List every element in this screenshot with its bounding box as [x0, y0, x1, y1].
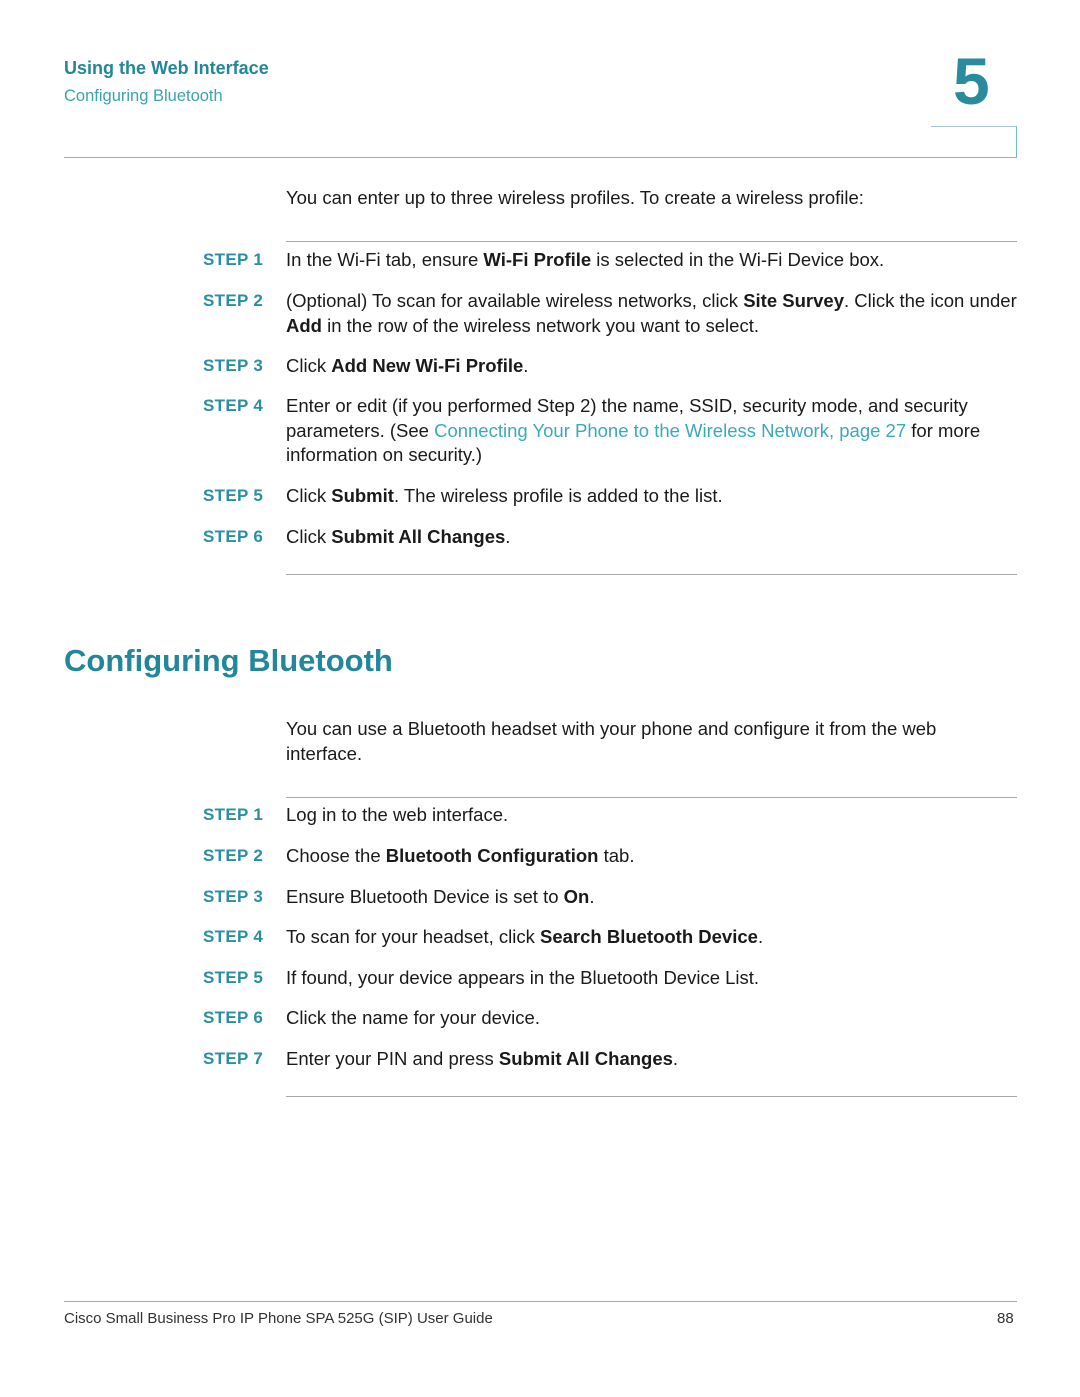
section-subtitle: Configuring Bluetooth: [64, 87, 223, 105]
step-text: (Optional) To scan for available wireles…: [286, 289, 1017, 338]
step-label: STEP 1: [203, 805, 264, 824]
ui-term: Site Survey: [743, 290, 844, 311]
text-run: .: [589, 886, 595, 907]
text-run: .: [523, 355, 529, 376]
text-run: . The wireless profile is added to the l…: [393, 485, 723, 506]
step-text: Ensure Bluetooth Device is set to On.: [286, 885, 1017, 910]
step-row: STEP 6 Click the name for your device.: [203, 1006, 1017, 1031]
page-number: 88: [997, 1310, 1014, 1327]
step-row: STEP 1 In the Wi-Fi tab, ensure Wi-Fi Pro…: [203, 248, 1017, 273]
step-text: Click Add New Wi-Fi Profile.: [286, 354, 1017, 379]
bluetooth-intro: You can use a Bluetooth headset with you…: [286, 718, 937, 764]
footer-divider: [64, 1301, 1017, 1302]
step-label: STEP 4: [203, 927, 264, 946]
text-run: .: [757, 926, 764, 947]
text-run: Click the name for your device.: [286, 1007, 540, 1028]
step-row: STEP 7 Enter your PIN and press Submit Al…: [203, 1047, 1017, 1072]
step-label: STEP 3: [203, 887, 264, 906]
step-label: STEP 1: [203, 250, 264, 269]
step-text: Enter your PIN and press Submit All Chan…: [286, 1047, 1017, 1072]
step-text: If found, your device appears in the Blu…: [286, 966, 1017, 991]
text-run: Enter your PIN and press: [286, 1048, 499, 1069]
ui-term: Wi-Fi Profile: [483, 249, 592, 270]
text-run: Log in to the web interface.: [286, 804, 509, 825]
step-label: STEP 7: [203, 1049, 264, 1068]
text-run: . Click the icon under: [843, 290, 1017, 311]
section-title: Configuring Bluetooth: [64, 643, 393, 678]
text-run: Click: [286, 485, 332, 506]
step-text: Click the name for your device.: [286, 1006, 1017, 1031]
step-row: STEP 6 Click Submit All Changes.: [203, 525, 1017, 550]
ui-term: Search Bluetooth Device: [539, 926, 758, 947]
step-text: Log in to the web interface.: [286, 803, 1017, 828]
cross-reference-link[interactable]: Connecting Your Phone to the Wireless Ne…: [434, 420, 906, 441]
text-run: in the row of the wireless network you w…: [321, 314, 759, 336]
text-run: In the Wi-Fi tab, ensure: [286, 249, 484, 270]
text-run: is selected in the Wi-Fi Device box.: [591, 249, 885, 270]
step-text: Enter or edit (if you performed Step 2) …: [286, 394, 1017, 468]
text-run: Click: [286, 355, 332, 376]
wifi-steps-top-rule: [286, 241, 1017, 242]
ui-term: Add New Wi-Fi Profile: [331, 355, 524, 376]
chapter-number: 5: [953, 44, 990, 118]
ui-term: Submit All Changes: [498, 1048, 673, 1069]
step-label: STEP 2: [203, 291, 264, 310]
ui-term: On: [563, 886, 590, 907]
step-row: STEP 5 If found, your device appears in t…: [203, 966, 1017, 991]
ui-term: Submit: [331, 485, 394, 506]
step-row: STEP 1 Log in to the web interface.: [203, 803, 1017, 828]
wifi-steps-bottom-rule: [286, 574, 1017, 575]
text-run: Choose the: [286, 845, 386, 866]
step-row: STEP 2 (Optional) To scan for available w…: [203, 289, 1017, 338]
chapter-title: Using the Web Interface: [64, 58, 269, 78]
text-run: tab.: [598, 845, 635, 866]
chapter-tab-box: [931, 126, 1017, 158]
step-label: STEP 4: [203, 396, 264, 415]
step-row: STEP 3 Click Add New Wi-Fi Profile.: [203, 354, 1017, 379]
step-text: Choose the Bluetooth Configuration tab.: [286, 844, 1017, 869]
ui-term: Submit All Changes: [331, 526, 506, 547]
step-label: STEP 3: [203, 356, 264, 375]
step-row: STEP 4 Enter or edit (if you performed St…: [203, 394, 1017, 468]
text-run: Ensure Bluetooth Device is set to: [286, 886, 564, 907]
text-run: .: [672, 1048, 679, 1069]
step-text: Click Submit All Changes.: [286, 525, 1017, 550]
step-row: STEP 5 Click Submit. The wireless profile…: [203, 484, 1017, 509]
text-run: To scan for your headset, click: [286, 926, 540, 947]
step-label: STEP 6: [203, 1008, 264, 1027]
step-row: STEP 2 Choose the Bluetooth Configuration…: [203, 844, 1017, 869]
text-run: If found, your device appears in the Blu…: [286, 967, 760, 988]
step-label: STEP 5: [203, 968, 264, 987]
ui-term: Add: [286, 314, 322, 336]
step-label: STEP 6: [203, 527, 264, 546]
step-row: STEP 3 Ensure Bluetooth Device is set to …: [203, 885, 1017, 910]
step-label: STEP 2: [203, 846, 264, 865]
bluetooth-steps-top-rule: [286, 797, 1017, 798]
footer-guide-title: Cisco Small Business Pro IP Phone SPA 52…: [64, 1310, 493, 1327]
text-run: (Optional) To scan for available wireles…: [286, 290, 744, 311]
text-run: Click: [286, 526, 332, 547]
header-divider: [64, 157, 1017, 158]
text-run: .: [505, 526, 511, 547]
step-text: To scan for your headset, click Search B…: [286, 925, 1017, 950]
step-label: STEP 5: [203, 486, 264, 505]
step-text: In the Wi-Fi tab, ensure Wi-Fi Profile i…: [286, 248, 1017, 273]
bluetooth-steps-bottom-rule: [286, 1096, 1017, 1097]
step-text: Click Submit. The wireless profile is ad…: [286, 484, 1017, 509]
step-row: STEP 4 To scan for your headset, click Se…: [203, 925, 1017, 950]
wifi-intro: You can enter up to three wireless profi…: [286, 187, 864, 208]
ui-term: Bluetooth Configuration: [385, 845, 599, 866]
